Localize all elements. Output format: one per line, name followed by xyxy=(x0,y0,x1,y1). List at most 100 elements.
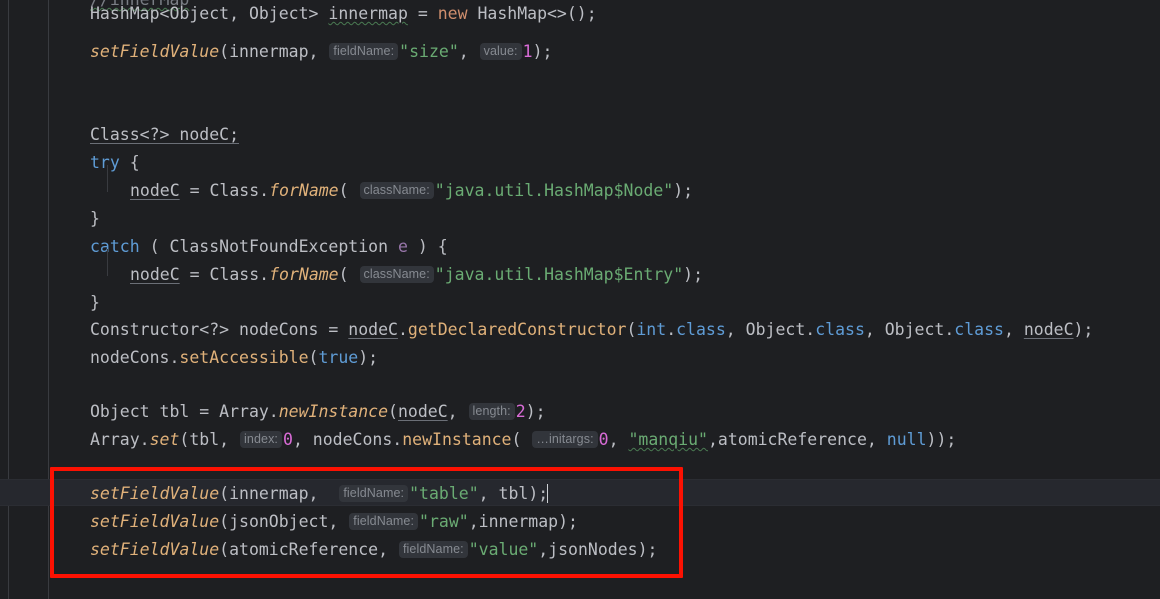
code-token: try xyxy=(90,153,120,172)
code-token: ); xyxy=(683,265,704,284)
code-token: 0 xyxy=(598,430,609,449)
code-token: nodeC xyxy=(130,265,180,284)
code-token: ); xyxy=(525,402,546,421)
code-token: (innermap, xyxy=(219,484,339,503)
code-token: , xyxy=(608,430,629,449)
code-token: null xyxy=(886,430,927,449)
code-token: "java.util.HashMap$Node" xyxy=(434,181,674,200)
code-token: ,innermap); xyxy=(468,512,578,531)
line-setaccessible[interactable]: nodeCons.setAccessible(true); xyxy=(0,344,1160,371)
code-token: ) { xyxy=(407,237,448,256)
code-token: ( xyxy=(308,348,319,367)
code-token: getDeclaredConstructor xyxy=(407,320,627,339)
code-token: setFieldValue xyxy=(90,540,220,559)
code-token: set xyxy=(149,430,180,449)
line-nodec-forname-entry[interactable]: nodeC = Class.forName( className: "java.u… xyxy=(0,261,1160,288)
code-token: ,jsonNodes); xyxy=(538,540,658,559)
code-token: "java.util.HashMap$Entry" xyxy=(434,265,684,284)
code-token: ); xyxy=(358,348,379,367)
code-token: ( xyxy=(626,320,637,339)
code-token: , tbl); xyxy=(478,484,549,503)
code-token: ( xyxy=(338,181,359,200)
code-token: , xyxy=(458,42,479,61)
guide-try-body xyxy=(107,165,108,192)
code-token: 0 xyxy=(283,430,293,449)
code-token: nodeC xyxy=(348,320,398,339)
code-token: , Object. xyxy=(864,320,955,339)
code-token: Object tbl = Array. xyxy=(90,402,279,421)
code-token: { xyxy=(119,153,140,172)
code-token: } xyxy=(90,209,100,228)
code-token: = xyxy=(407,4,438,23)
line-catch[interactable]: catch ( ClassNotFoundException e ) { xyxy=(0,233,1160,260)
inlay-parameter-hint[interactable]: fieldName: xyxy=(398,541,468,558)
code-token: ); xyxy=(532,42,553,61)
code-token: ); xyxy=(673,181,694,200)
inlay-parameter-hint[interactable]: index: xyxy=(240,431,282,448)
code-token: , Object. xyxy=(725,320,816,339)
line-close-try[interactable]: } xyxy=(0,205,1160,232)
code-token: class xyxy=(815,320,865,339)
code-token: ); xyxy=(1073,320,1094,339)
line-hashmap-decl[interactable]: HashMap<Object, Object> innermap = new H… xyxy=(0,0,1160,27)
line-constructor-nodecons[interactable]: Constructor<?> nodeCons = nodeC. getDecla… xyxy=(0,316,1160,343)
line-array-set[interactable]: Array.set(tbl, index: 0, nodeCons.newInst… xyxy=(0,426,1160,453)
code-token: (tbl, xyxy=(179,430,240,449)
line-object-tbl[interactable]: Object tbl = Array.newInstance(nodeC, le… xyxy=(0,398,1160,425)
code-token: newInstance xyxy=(402,430,512,449)
line-try[interactable]: try { xyxy=(0,149,1160,176)
code-token: } xyxy=(90,293,100,312)
code-token: ,atomicReference, xyxy=(707,430,887,449)
code-token: (jsonObject, xyxy=(219,512,349,531)
code-token: HashMap<>(); xyxy=(467,4,597,23)
inlay-parameter-hint[interactable]: className: xyxy=(359,182,434,199)
inlay-parameter-hint[interactable]: …initargs: xyxy=(532,431,598,448)
line-class-nodec[interactable]: Class<?> nodeC; xyxy=(0,121,1160,148)
inlay-parameter-hint[interactable]: fieldName: xyxy=(349,513,419,530)
code-token: e xyxy=(397,237,408,256)
line-setfieldvalue-size[interactable]: setFieldValue(innermap, fieldName: "size"… xyxy=(0,38,1160,65)
line-setfieldvalue-raw[interactable]: setFieldValue(jsonObject, fieldName: "raw… xyxy=(0,508,1160,535)
inlay-parameter-hint[interactable]: fieldName: xyxy=(329,43,399,60)
code-token: int xyxy=(636,320,667,339)
code-token: catch xyxy=(90,237,140,256)
line-setfieldvalue-table[interactable]: setFieldValue(innermap, fieldName: "table… xyxy=(0,480,1160,507)
code-token: , xyxy=(447,402,468,421)
code-token: "value" xyxy=(468,540,539,559)
code-token: nodeC xyxy=(1023,320,1074,339)
code-token: newInstance xyxy=(278,402,389,421)
code-token: setAccessible xyxy=(179,348,309,367)
code-token: HashMap<Object, Object> xyxy=(90,4,329,23)
code-token: forName xyxy=(269,265,339,284)
guide-catch-body xyxy=(107,249,108,276)
code-token: 2 xyxy=(515,402,526,421)
line-nodec-forname-node[interactable]: nodeC = Class.forName( className: "java.u… xyxy=(0,177,1160,204)
code-token: ( xyxy=(388,402,398,421)
code-token: 1 xyxy=(522,42,533,61)
code-token: )); xyxy=(926,430,957,449)
code-token: true xyxy=(318,348,359,367)
code-token: setFieldValue xyxy=(90,512,220,531)
code-token: nodeC xyxy=(397,402,448,421)
code-token: , xyxy=(1003,320,1024,339)
code-token: setFieldValue xyxy=(90,42,220,61)
code-token: class xyxy=(954,320,1004,339)
inlay-parameter-hint[interactable]: value: xyxy=(479,43,522,60)
code-token: (innermap, xyxy=(219,42,329,61)
line-close-catch[interactable]: } xyxy=(0,289,1160,316)
code-editor-window: //innerMapHashMap<Object, Object> innerm… xyxy=(0,0,1160,599)
inlay-parameter-hint[interactable]: length: xyxy=(468,403,515,420)
inlay-parameter-hint[interactable]: fieldName: xyxy=(339,485,409,502)
code-token: forName xyxy=(269,181,339,200)
code-token: = Class. xyxy=(179,181,270,200)
code-token: nodeCons. xyxy=(90,348,180,367)
line-setfieldvalue-value[interactable]: setFieldValue(atomicReference, fieldName… xyxy=(0,536,1160,563)
code-token: . xyxy=(666,320,677,339)
code-token: nodeC xyxy=(130,181,180,200)
code-token: innermap xyxy=(328,4,408,23)
code-token: , nodeCons. xyxy=(292,430,403,449)
code-token: "table" xyxy=(409,484,479,503)
code-token: "size" xyxy=(399,42,459,61)
code-token: Constructor<?> nodeCons = xyxy=(90,320,349,339)
inlay-parameter-hint[interactable]: className: xyxy=(359,266,434,283)
